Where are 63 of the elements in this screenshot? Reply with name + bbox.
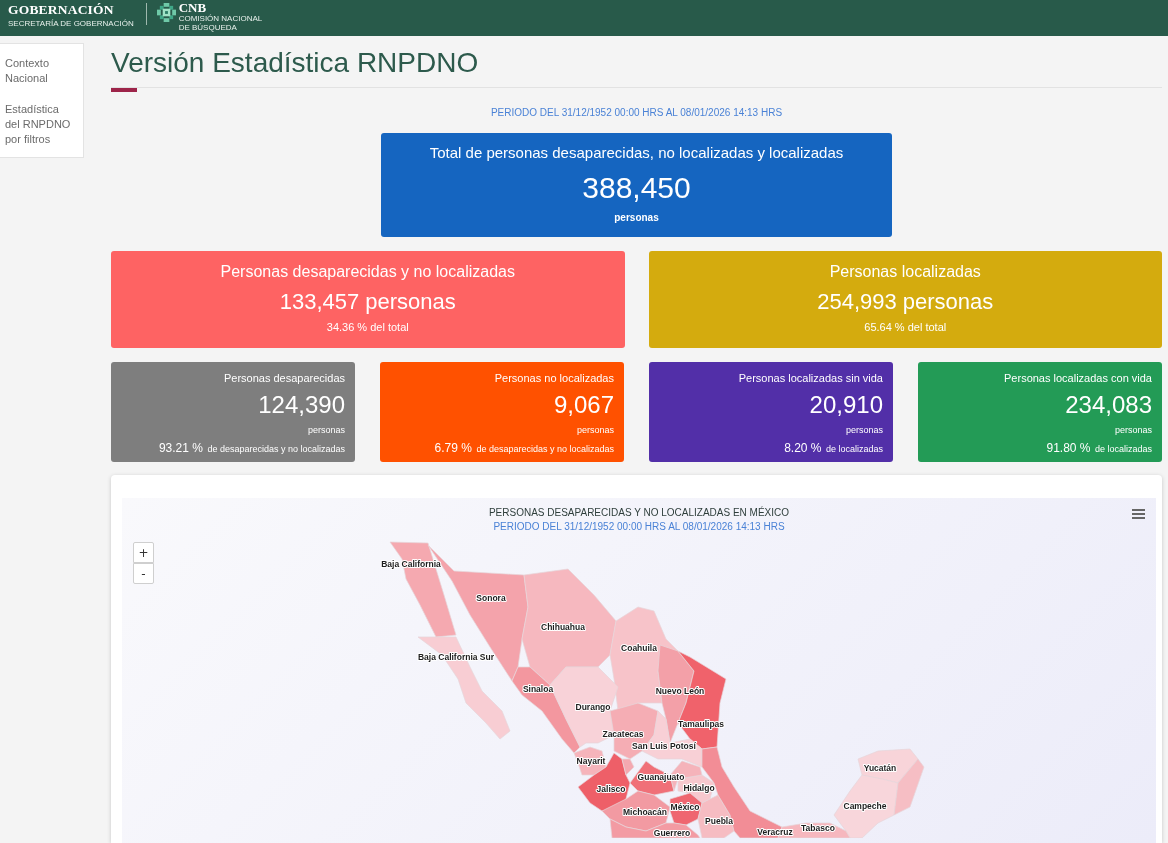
state-label: Jalisco xyxy=(596,784,626,794)
state-label: Guerrero xyxy=(653,828,691,838)
state-label: México xyxy=(670,802,700,812)
card-value: 20,910 xyxy=(809,391,883,419)
state-label: Tabasco xyxy=(801,823,835,833)
state-label: Puebla xyxy=(705,816,733,826)
state-label: Campeche xyxy=(843,801,887,811)
state-label: Durango xyxy=(575,702,611,712)
card-percentage: 91.80 % de localizadas xyxy=(1046,440,1152,456)
card-percentage: 93.21 % de desaparecidas y no localizadas xyxy=(158,440,345,456)
commission-logo-text: CNB xyxy=(178,1,207,14)
state-label: Sonora xyxy=(476,593,506,603)
state-label: Michoacán xyxy=(623,807,667,817)
commission-subtitle: COMISIÓN NACIONAL DE BÚSQUEDA xyxy=(178,14,263,32)
state-label: Veracruz xyxy=(757,827,793,837)
card-value: 9,067 xyxy=(553,391,614,419)
state-label: Chihuahua xyxy=(541,622,585,632)
card-value: 388,450 xyxy=(581,170,692,206)
state-label: San Luis Potosí xyxy=(632,741,696,751)
card-title: Total de personas desaparecidas, no localizadas y localizadas xyxy=(428,144,845,162)
page-title: Versión Estadística RNPDNO xyxy=(111,46,480,80)
menu-icon[interactable] xyxy=(1132,509,1145,519)
card-percentage: 8.20 % de localizadas xyxy=(784,440,883,456)
card-percentage: 34.36 % del total xyxy=(325,320,410,334)
card-unit: personas xyxy=(845,425,883,436)
card-title: Personas no localizadas xyxy=(494,371,614,385)
card-value: 234,083 xyxy=(1065,391,1152,419)
sidebar-link[interactable]: Estadística del RNPDNO por filtros xyxy=(5,102,73,147)
state-label: Guanajuato xyxy=(637,772,685,782)
card-unit: personas xyxy=(576,425,614,436)
map-title: PERSONAS DESAPARECIDAS Y NO LOCALIZADAS EN MÉXICO xyxy=(488,507,790,519)
card-unit: personas xyxy=(1114,425,1152,436)
card-value: 124,390 xyxy=(258,391,345,419)
card-title: Personas localizadas sin vida xyxy=(738,371,883,385)
card-title: Personas desaparecidas xyxy=(223,371,345,385)
accent-bar xyxy=(111,88,137,92)
state-label: Zacatecas xyxy=(602,729,644,739)
state-label: Baja California Sur xyxy=(417,652,495,662)
state-label: Coahuila xyxy=(621,643,657,653)
state-region[interactable] xyxy=(609,818,701,838)
period-text: PERIODO DEL 31/12/1952 00:00 HRS AL 08/01/2026 14:13 HRS xyxy=(489,107,784,119)
card-title: Personas localizadas con vida xyxy=(1004,371,1152,385)
sidebar-link[interactable]: Contexto Nacional xyxy=(5,56,73,86)
state-label: Sinaloa xyxy=(522,684,554,694)
card-value: 254,993 personas xyxy=(816,288,995,316)
state-label: Hidalgo xyxy=(683,783,715,793)
card-unit: personas xyxy=(613,212,660,224)
state-label: Nayarit xyxy=(576,756,606,766)
card-percentage: 6.79 % de desaparecidas y no localizadas xyxy=(434,440,614,456)
mosaic-emblem-icon xyxy=(156,3,176,22)
state-label: Nuevo León xyxy=(655,686,705,696)
card-value: 133,457 personas xyxy=(278,288,457,316)
ministry-logo-text: GOBERNACIÓN xyxy=(8,3,115,17)
map-subtitle: PERIODO DEL 31/12/1952 00:00 HRS AL 08/01/2026 14:13 HRS xyxy=(493,521,785,533)
card-unit: personas xyxy=(307,425,345,436)
state-label: Baja California xyxy=(381,559,441,569)
zoom-out-button[interactable]: - xyxy=(133,563,154,584)
card-title: Personas localizadas xyxy=(828,262,982,282)
zoom-in-button[interactable]: + xyxy=(133,542,154,563)
ministry-subtitle: SECRETARÍA DE GOBERNACIÓN xyxy=(8,19,134,28)
state-label: Yucatán xyxy=(863,763,897,773)
card-title: Personas desaparecidas y no localizadas xyxy=(219,262,516,282)
card-percentage: 65.64 % del total xyxy=(863,320,948,334)
